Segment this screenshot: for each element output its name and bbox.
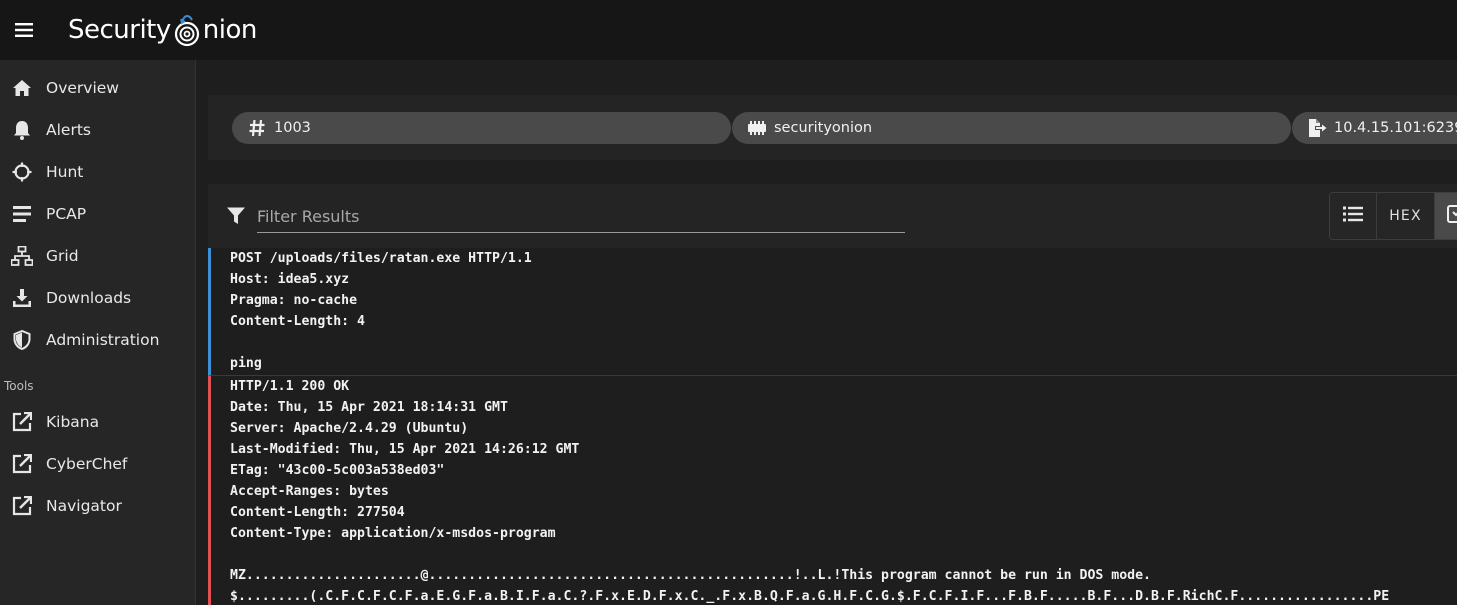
list-icon — [11, 203, 33, 225]
transcript-line: ping — [230, 356, 262, 371]
filter-results-input[interactable] — [257, 201, 905, 233]
bell-icon — [11, 119, 33, 141]
onion-logo-icon — [172, 10, 202, 50]
sidebar-item-administration[interactable]: Administration — [0, 319, 195, 361]
tools-section-header: Tools — [4, 379, 34, 393]
transcript-line: Date: Thu, 15 Apr 2021 18:14:31 GMT — [230, 400, 508, 415]
server-icon — [747, 118, 767, 138]
source-ip-chip[interactable]: 10.4.15.101:6239 — [1292, 112, 1457, 144]
transcript-line: Content-Length: 277504 — [230, 505, 405, 520]
sidebar-item-cyberchef[interactable]: CyberChef — [0, 443, 195, 485]
sensor-chip[interactable]: securityonion — [732, 112, 1291, 144]
menu-icon[interactable] — [0, 0, 48, 60]
main-content: 1003 securityonion 10.4.15.101:6239 Filt… — [197, 60, 1457, 605]
sidebar-item-downloads[interactable]: Downloads — [0, 277, 195, 319]
filter-row: HEX — [208, 184, 1457, 248]
stream-transcript: POST /uploads/files/ratan.exe HTTP/1.1 H… — [208, 248, 1457, 605]
sidebar-item-label: Kibana — [46, 413, 100, 431]
crosshairs-icon — [11, 161, 33, 183]
sidebar-item-hunt[interactable]: Hunt — [0, 151, 195, 193]
transcript-line: Accept-Ranges: bytes — [230, 484, 389, 499]
list-view-button[interactable] — [1330, 193, 1377, 239]
sidebar-item-label: Downloads — [46, 289, 132, 307]
chip-text: 1003 — [274, 120, 311, 136]
transcript-line: Content-Type: application/x-msdos-progra… — [230, 526, 556, 541]
download-icon — [11, 287, 33, 309]
hash-icon — [247, 118, 267, 138]
transcript-line: ETag: "43c00-5c003a538ed03" — [230, 463, 445, 478]
filter-icon — [226, 206, 246, 226]
request-block: POST /uploads/files/ratan.exe HTTP/1.1 H… — [208, 248, 1457, 375]
logo-text-right: nion — [202, 15, 258, 45]
sidebar-item-alerts[interactable]: Alerts — [0, 109, 195, 151]
chip-text: 10.4.15.101:6239 — [1334, 120, 1457, 136]
transcript-line: MZ......................@...............… — [230, 568, 1151, 583]
transcript-line: $.........(.C.F.C.F.C.F.a.E.G.F.a.B.I.F.… — [230, 589, 1390, 604]
sidebar-item-label: Administration — [46, 331, 160, 349]
app-bar: Security nion — [0, 0, 1457, 60]
stream-id-chip[interactable]: 1003 — [232, 112, 731, 144]
sidebar-item-overview[interactable]: Overview — [0, 67, 195, 109]
file-export-icon — [1307, 118, 1327, 138]
sitemap-icon — [11, 245, 33, 267]
sidebar-item-label: Navigator — [46, 497, 122, 515]
sidebar-item-label: Grid — [46, 247, 79, 265]
stream-results-card: HEX POST /uploads/files/ratan.exe HTTP/1… — [208, 184, 1457, 605]
shield-icon — [11, 329, 33, 351]
transcript-line: Content-Length: 4 — [230, 314, 365, 329]
response-block: HTTP/1.1 200 OK Date: Thu, 15 Apr 2021 1… — [208, 375, 1457, 605]
transcript-line: Last-Modified: Thu, 15 Apr 2021 14:26:12… — [230, 442, 580, 457]
external-link-icon — [11, 495, 33, 517]
sidebar-item-label: Hunt — [46, 163, 84, 181]
logo-text-left: Security — [68, 15, 171, 45]
download-view-button[interactable] — [1435, 193, 1457, 239]
hex-view-button[interactable]: HEX — [1377, 193, 1435, 239]
sidebar-item-label: Alerts — [46, 121, 91, 139]
security-onion-logo[interactable]: Security nion — [68, 0, 257, 60]
sidebar-item-navigator[interactable]: Navigator — [0, 485, 195, 527]
transcript-line: Server: Apache/2.4.29 (Ubuntu) — [230, 421, 469, 436]
sidebar-item-label: PCAP — [46, 205, 87, 223]
transcript-line — [230, 544, 1457, 565]
external-link-icon — [11, 453, 33, 475]
transcript-line: HTTP/1.1 200 OK — [230, 379, 350, 394]
stream-summary-card: 1003 securityonion 10.4.15.101:6239 — [208, 95, 1457, 160]
sidebar-item-label: Overview — [46, 79, 119, 97]
external-link-icon — [11, 411, 33, 433]
download-icon — [1447, 205, 1457, 227]
view-mode-toggle: HEX — [1329, 192, 1457, 240]
sidebar: Overview Alerts Hunt PCAP Grid Downloads — [0, 60, 196, 605]
sidebar-item-pcap[interactable]: PCAP — [0, 193, 195, 235]
sidebar-item-kibana[interactable]: Kibana — [0, 401, 195, 443]
transcript-line — [230, 332, 1457, 353]
transcript-line: POST /uploads/files/ratan.exe HTTP/1.1 — [230, 251, 532, 266]
home-icon — [11, 77, 33, 99]
sidebar-item-label: CyberChef — [46, 455, 128, 473]
transcript-line: Host: idea5.xyz — [230, 272, 350, 287]
sidebar-item-grid[interactable]: Grid — [0, 235, 195, 277]
list-icon — [1343, 206, 1363, 226]
transcript-line: Pragma: no-cache — [230, 293, 358, 308]
chip-text: securityonion — [774, 120, 873, 136]
